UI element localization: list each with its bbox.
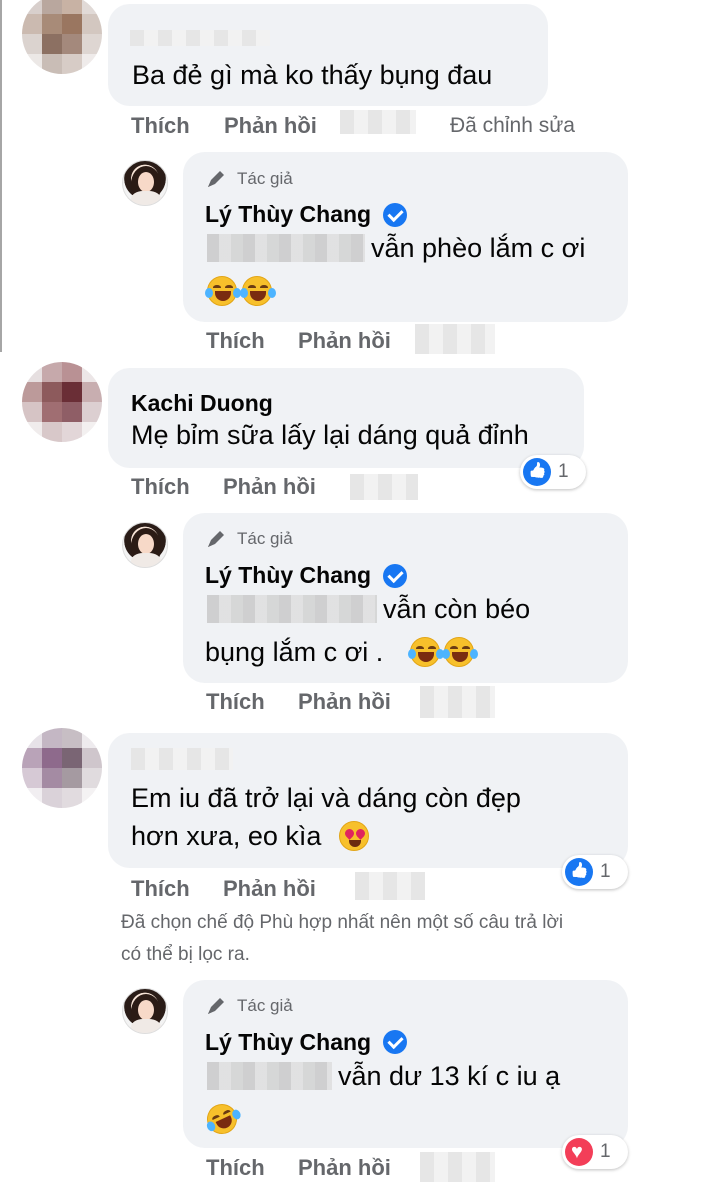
like-link[interactable]: Thích xyxy=(131,474,190,500)
blurred-timestamp xyxy=(350,474,418,500)
heart-eyes-emoji-icon xyxy=(339,821,369,851)
like-reaction-icon xyxy=(565,858,593,886)
author-tag: Tác giả xyxy=(237,169,293,188)
author-avatar[interactable] xyxy=(122,522,168,568)
blurred-timestamp xyxy=(420,1152,495,1182)
reaction-count[interactable]: 1 xyxy=(520,455,586,489)
reply-text: vẫn dư 13 kí c iu ạ xyxy=(338,1061,561,1091)
commenter-avatar-blurred[interactable] xyxy=(22,0,102,74)
reply-link[interactable]: Phản hồi xyxy=(224,113,317,139)
page-edge-divider xyxy=(0,0,2,352)
like-reaction-icon xyxy=(523,458,551,486)
author-tag: Tác giả xyxy=(237,996,293,1015)
blurred-mention xyxy=(207,1062,332,1090)
pen-icon xyxy=(208,531,224,547)
verified-badge-icon xyxy=(383,564,407,588)
reaction-count-number: 1 xyxy=(600,1141,611,1162)
comment-text-line1: Em iu đã trở lại và dáng còn đẹp xyxy=(131,783,521,813)
laughing-crying-emoji-icon xyxy=(408,637,444,667)
laughing-crying-emoji-icon xyxy=(205,276,241,306)
blurred-mention xyxy=(207,234,365,262)
comment-text-line2: hơn xưa, eo kìa xyxy=(131,821,322,851)
like-link[interactable]: Thích xyxy=(206,1155,265,1181)
edited-label[interactable]: Đã chỉnh sửa xyxy=(450,114,575,138)
blurred-timestamp xyxy=(340,110,416,134)
reply-link[interactable]: Phản hồi xyxy=(223,876,316,902)
blurred-commenter-name xyxy=(130,30,270,46)
blurred-timestamp xyxy=(355,872,425,900)
blurred-timestamp xyxy=(420,686,495,718)
author-avatar[interactable] xyxy=(122,988,168,1034)
reaction-count[interactable]: 1 xyxy=(562,1135,628,1169)
pen-icon xyxy=(208,998,224,1014)
pen-icon xyxy=(208,171,224,187)
commenter-avatar-blurred[interactable] xyxy=(22,362,102,442)
reply-link[interactable]: Phản hồi xyxy=(298,328,391,354)
filter-note-line1: Đã chọn chế độ Phù hợp nhất nên một số c… xyxy=(121,912,564,933)
blurred-mention xyxy=(207,595,377,623)
verified-badge-icon xyxy=(383,203,407,227)
reply-text-line2: bụng lắm c ơi . xyxy=(205,637,384,667)
author-avatar[interactable] xyxy=(122,160,168,206)
blurred-timestamp xyxy=(415,324,495,354)
like-link[interactable]: Thích xyxy=(206,689,265,715)
reply-text: vẫn phèo lắm c ơi xyxy=(371,233,586,263)
author-tag: Tác giả xyxy=(237,529,293,548)
commenter-name[interactable]: Lý Thùy Chang xyxy=(205,562,371,589)
commenter-name[interactable]: Kachi Duong xyxy=(131,390,273,417)
love-reaction-icon xyxy=(565,1138,593,1166)
like-link[interactable]: Thích xyxy=(131,113,190,139)
reply-link[interactable]: Phản hồi xyxy=(298,1155,391,1181)
reaction-count[interactable]: 1 xyxy=(562,855,628,889)
commenter-name[interactable]: Lý Thùy Chang xyxy=(205,201,371,228)
reaction-count-number: 1 xyxy=(600,861,611,882)
comment-text: Ba đẻ gì mà ko thấy bụng đau xyxy=(132,60,493,90)
reaction-count-number: 1 xyxy=(558,461,569,482)
laughing-crying-emoji-icon xyxy=(240,276,276,306)
verified-badge-icon xyxy=(383,1030,407,1054)
like-link[interactable]: Thích xyxy=(206,328,265,354)
reply-text-line1: vẫn còn béo xyxy=(383,594,531,624)
reply-link[interactable]: Phản hồi xyxy=(223,474,316,500)
like-link[interactable]: Thích xyxy=(131,876,190,902)
filter-note-line2: có thể bị lọc ra. xyxy=(121,944,250,965)
blurred-commenter-name xyxy=(131,748,233,770)
commenter-avatar-blurred[interactable] xyxy=(22,728,102,808)
comment-text: Mẹ bỉm sữa lấy lại dáng quả đỉnh xyxy=(131,420,529,450)
reply-link[interactable]: Phản hồi xyxy=(298,689,391,715)
commenter-name[interactable]: Lý Thùy Chang xyxy=(205,1029,371,1056)
laughing-crying-emoji-icon xyxy=(442,637,478,667)
